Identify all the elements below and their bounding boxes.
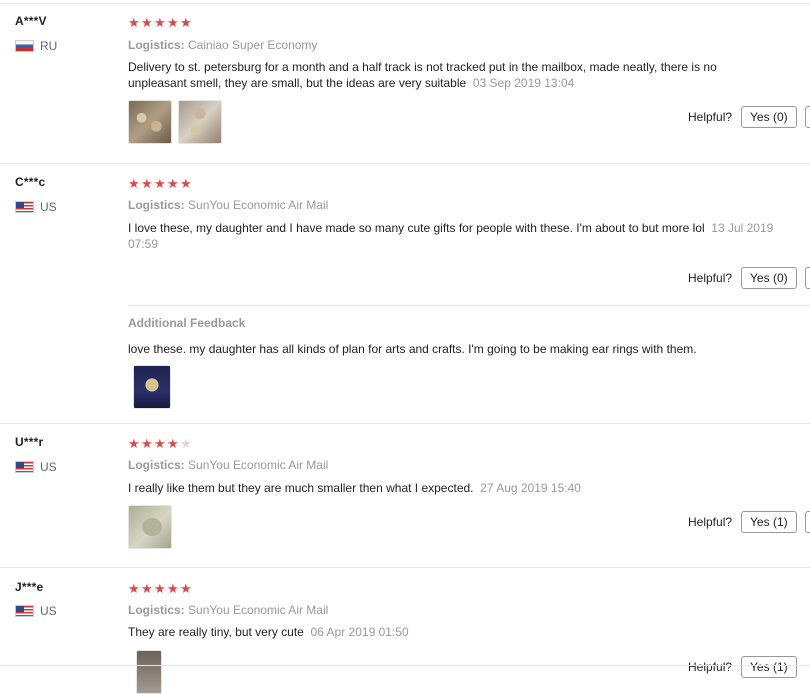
- helpful-yes-button[interactable]: Yes (0): [741, 106, 797, 128]
- rating-stars: ★★★★★: [128, 177, 193, 191]
- additional-feedback-title: Additional Feedback: [128, 316, 246, 330]
- helpful-section: Helpful? Yes (1): [688, 511, 797, 533]
- reviewer-country: RU: [15, 39, 57, 53]
- helpful-no-button[interactable]: [805, 267, 810, 289]
- reviewer-country: US: [15, 200, 57, 214]
- review-photos: [128, 505, 172, 549]
- logistics-label: Logistics:: [128, 458, 185, 472]
- additional-feedback-text: love these. my daughter has all kinds of…: [128, 342, 697, 356]
- star-icon: ★: [167, 176, 179, 191]
- bottom-divider: [0, 665, 810, 666]
- helpful-label: Helpful?: [688, 271, 733, 285]
- reviewer-country: US: [15, 604, 57, 618]
- helpful-label: Helpful?: [688, 515, 733, 529]
- star-icon: ★: [141, 176, 153, 191]
- star-icon: ★: [128, 581, 140, 596]
- star-icon: ★: [180, 15, 192, 30]
- logistics-label: Logistics:: [128, 198, 185, 212]
- review-divider: [0, 567, 810, 568]
- review-date: 06 Apr 2019 01:50: [310, 625, 409, 639]
- logistics-line: Logistics: SunYou Economic Air Mail: [128, 198, 328, 212]
- review-divider: [0, 163, 810, 164]
- star-icon: ★: [141, 581, 153, 596]
- country-code: US: [40, 460, 57, 474]
- helpful-section: Helpful? Yes (1): [688, 656, 797, 678]
- star-icon: ★: [128, 176, 140, 191]
- reviewer-name: C***c: [15, 175, 46, 189]
- flag-us-icon: [15, 461, 34, 473]
- reviewer-name: A***V: [15, 14, 47, 28]
- logistics-value: SunYou Economic Air Mail: [188, 458, 329, 472]
- review-body: Delivery to st. petersburg for a month a…: [128, 60, 717, 90]
- helpful-no-button[interactable]: [805, 106, 810, 128]
- star-icon: ★: [128, 436, 140, 451]
- review-photo[interactable]: [136, 650, 162, 694]
- review-photos: [128, 100, 222, 144]
- review-divider: [0, 423, 810, 424]
- review-photo[interactable]: [128, 505, 172, 549]
- review-photo[interactable]: [133, 365, 171, 409]
- helpful-label: Helpful?: [688, 660, 733, 674]
- review-text: I love these, my daughter and I have mad…: [128, 220, 778, 252]
- logistics-value: Cainiao Super Economy: [188, 38, 318, 52]
- star-icon: ★: [128, 15, 140, 30]
- helpful-no-button[interactable]: [805, 511, 810, 533]
- review-text: Delivery to st. petersburg for a month a…: [128, 59, 778, 91]
- country-code: US: [40, 604, 57, 618]
- logistics-label: Logistics:: [128, 38, 185, 52]
- logistics-line: Logistics: Cainiao Super Economy: [128, 38, 317, 52]
- star-icon: ★: [167, 15, 179, 30]
- reviewer-country: US: [15, 460, 57, 474]
- helpful-section: Helpful? Yes (0): [688, 106, 797, 128]
- star-icon: ★: [180, 436, 192, 451]
- star-icon: ★: [154, 15, 166, 30]
- review-date: 27 Aug 2019 15:40: [480, 481, 581, 495]
- star-icon: ★: [154, 581, 166, 596]
- logistics-line: Logistics: SunYou Economic Air Mail: [128, 603, 328, 617]
- logistics-label: Logistics:: [128, 603, 185, 617]
- helpful-yes-button[interactable]: Yes (1): [741, 656, 797, 678]
- star-icon: ★: [141, 15, 153, 30]
- country-code: US: [40, 200, 57, 214]
- star-icon: ★: [180, 176, 192, 191]
- review-text: I really like them but they are much sma…: [128, 480, 778, 496]
- star-icon: ★: [180, 581, 192, 596]
- rating-stars: ★★★★★: [128, 16, 193, 30]
- helpful-yes-button[interactable]: Yes (1): [741, 511, 797, 533]
- star-icon: ★: [167, 436, 179, 451]
- reviewer-name: J***e: [15, 580, 44, 594]
- logistics-value: SunYou Economic Air Mail: [188, 603, 329, 617]
- review-text: They are really tiny, but very cute 06 A…: [128, 624, 778, 640]
- star-icon: ★: [154, 436, 166, 451]
- logistics-line: Logistics: SunYou Economic Air Mail: [128, 458, 328, 472]
- flag-us-icon: [15, 201, 34, 213]
- rating-stars: ★★★★★: [128, 582, 193, 596]
- logistics-value: SunYou Economic Air Mail: [188, 198, 329, 212]
- rating-stars: ★★★★★: [128, 437, 193, 451]
- helpful-label: Helpful?: [688, 110, 733, 124]
- star-icon: ★: [154, 176, 166, 191]
- review-photo[interactable]: [128, 100, 172, 144]
- additional-feedback-divider: [128, 305, 810, 306]
- star-icon: ★: [141, 436, 153, 451]
- review-body: They are really tiny, but very cute: [128, 625, 304, 639]
- country-code: RU: [40, 39, 58, 53]
- review-body: I really like them but they are much sma…: [128, 481, 474, 495]
- reviewer-name: U***r: [15, 435, 44, 449]
- review-photos: [128, 365, 171, 409]
- top-divider: [0, 3, 810, 4]
- flag-us-icon: [15, 605, 34, 617]
- review-date: 03 Sep 2019 13:04: [472, 76, 575, 90]
- helpful-section: Helpful? Yes (0): [688, 267, 797, 289]
- star-icon: ★: [167, 581, 179, 596]
- review-photos: [128, 650, 162, 694]
- flag-ru-icon: [15, 40, 34, 52]
- review-photo[interactable]: [178, 100, 222, 144]
- review-body: I love these, my daughter and I have mad…: [128, 221, 705, 235]
- helpful-yes-button[interactable]: Yes (0): [741, 267, 797, 289]
